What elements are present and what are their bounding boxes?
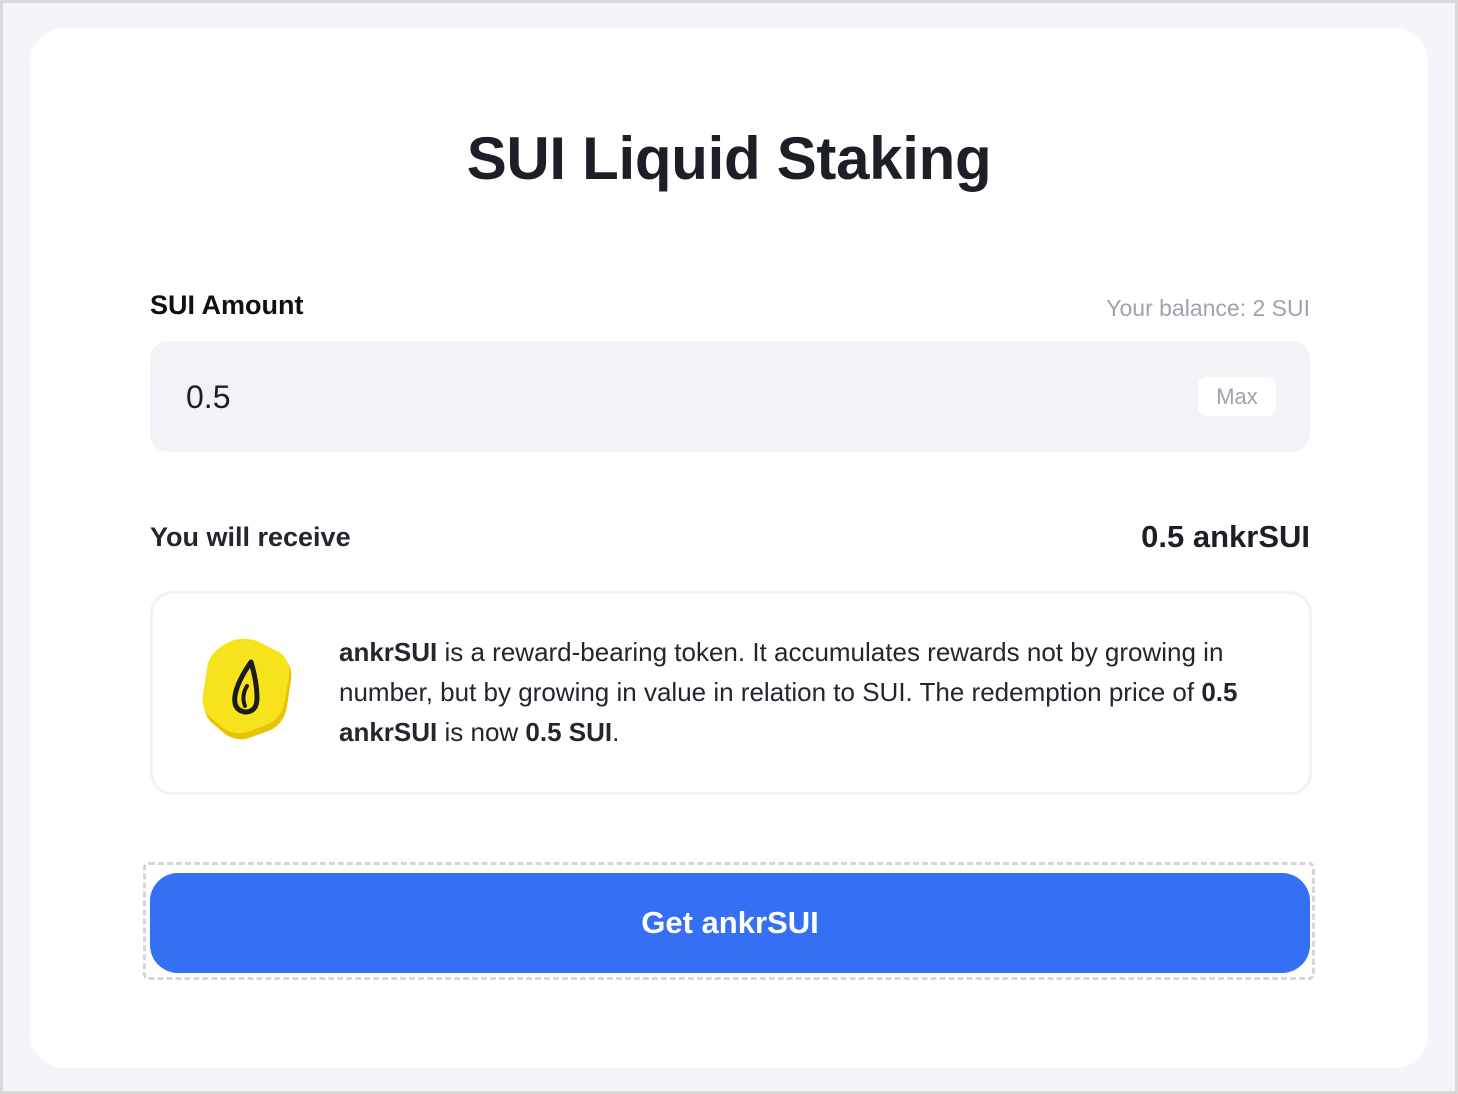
amount-label: SUI Amount xyxy=(150,290,304,320)
info-text-part3: . xyxy=(612,717,620,747)
info-token-name: ankrSUI xyxy=(339,637,438,667)
page-title: SUI Liquid Staking xyxy=(466,125,992,192)
get-ankrsui-button[interactable]: Get ankrSUI xyxy=(150,873,1310,973)
info-text-part1: is a reward-bearing token. It accumulate… xyxy=(339,637,1224,707)
amount-input-value[interactable]: 0.5 xyxy=(186,379,230,416)
info-panel: ankrSUI is a reward-bearing token. It ac… xyxy=(150,591,1312,795)
info-text: ankrSUI is a reward-bearing token. It ac… xyxy=(339,632,1279,752)
ankrsui-token-icon xyxy=(202,638,292,740)
info-price: 0.5 SUI xyxy=(525,717,613,747)
balance-text: Your balance: 2 SUI xyxy=(1106,295,1310,321)
staking-card: SUI Liquid Staking SUI Amount Your balan… xyxy=(30,28,1428,1068)
receive-label: You will receive xyxy=(150,522,351,552)
amount-input[interactable]: 0.5 Max xyxy=(150,341,1310,452)
info-text-part2: is now xyxy=(437,717,526,747)
max-button[interactable]: Max xyxy=(1198,377,1276,416)
receive-value: 0.5 ankrSUI xyxy=(1141,519,1310,554)
